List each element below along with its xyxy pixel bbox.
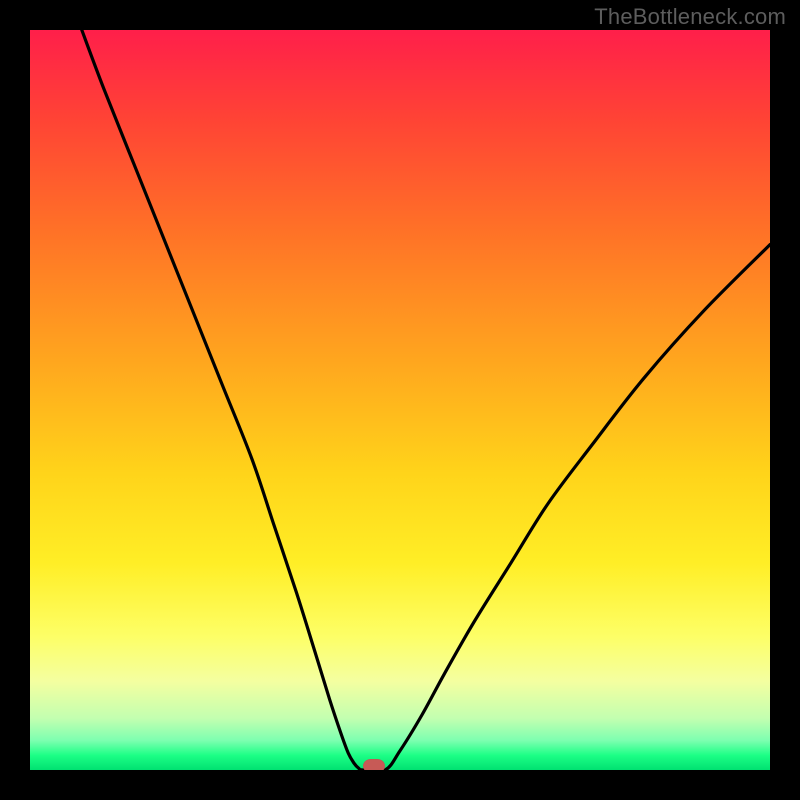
curve-path [82, 30, 770, 770]
optimum-marker [363, 759, 385, 770]
plot-area [30, 30, 770, 770]
watermark-text: TheBottleneck.com [594, 4, 786, 30]
bottleneck-curve [30, 30, 770, 770]
chart-frame: TheBottleneck.com [0, 0, 800, 800]
